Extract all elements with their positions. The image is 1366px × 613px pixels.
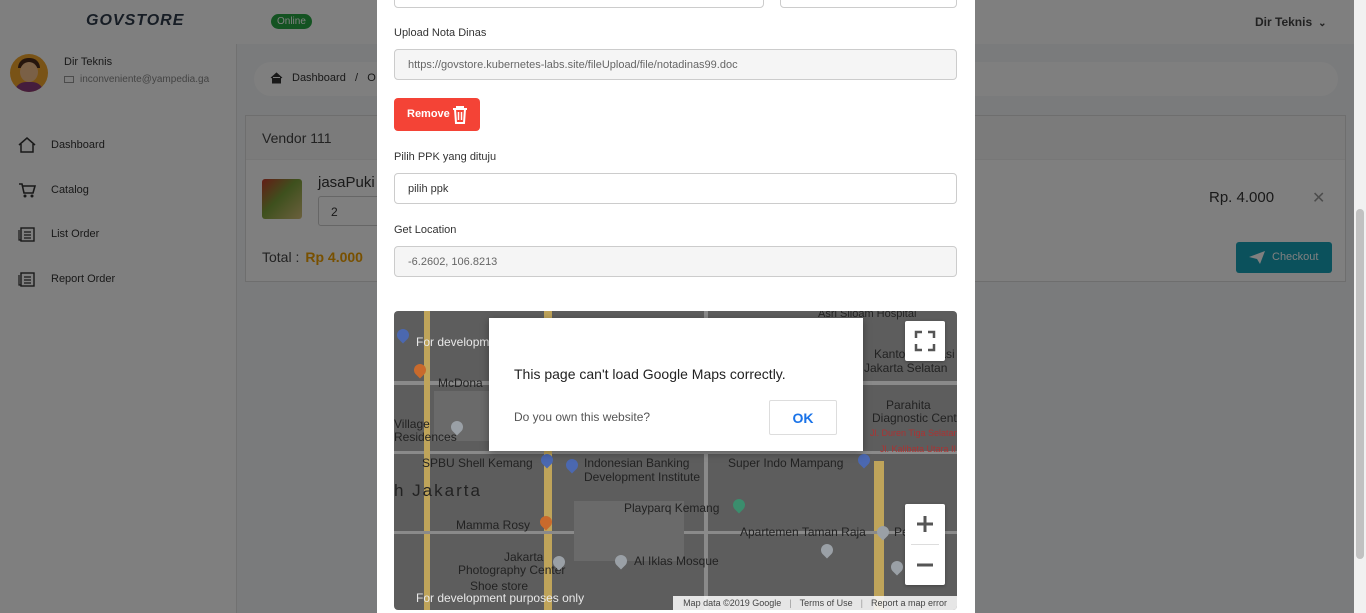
place-label: McDona <box>438 376 483 390</box>
remove-button[interactable]: Remove <box>394 98 480 131</box>
ok-button[interactable]: OK <box>769 400 837 435</box>
place-label: Parahita <box>886 398 931 412</box>
map-pin-icon[interactable] <box>563 456 581 474</box>
scrollbar-thumb[interactable] <box>1356 209 1364 559</box>
dialog-question: Do you own this website? <box>514 410 651 424</box>
dialog-message: This page can't load Google Maps correct… <box>514 366 786 382</box>
place-label: Playparq Kemang <box>624 501 720 515</box>
remove-label: Remove <box>407 108 450 120</box>
place-label: Al Iklas Mosque <box>634 554 719 568</box>
place-label: Indonesian Banking <box>584 456 690 470</box>
fullscreen-button[interactable] <box>905 321 945 361</box>
map-pin-icon[interactable] <box>855 451 873 469</box>
place-label: Jl. Kalibata Utara II <box>880 444 957 454</box>
upload-nota-field[interactable]: https://govstore.kubernetes-labs.site/fi… <box>394 49 957 80</box>
previous-field[interactable] <box>780 0 957 8</box>
dev-watermark: For development purposes only <box>416 591 585 605</box>
zoom-in-icon[interactable] <box>905 504 945 544</box>
place-label: Mamma Rosy <box>456 518 531 532</box>
map-pin-icon[interactable] <box>394 326 412 344</box>
place-label: Village <box>394 417 430 431</box>
location-label: Get Location <box>394 224 457 236</box>
map-pin-icon[interactable] <box>818 541 836 559</box>
upload-nota-label: Upload Nota Dinas <box>394 27 487 39</box>
report-map-error-link[interactable]: Report a map error <box>871 598 947 608</box>
previous-field[interactable] <box>394 0 764 8</box>
ppk-select[interactable]: pilih ppk <box>394 173 957 204</box>
place-label: Diagnostic Center <box>872 411 957 425</box>
place-label: Jl. Duren Tiga Selatan <box>870 428 957 438</box>
zoom-controls <box>905 504 945 585</box>
map-pin-icon[interactable] <box>888 558 906 576</box>
map-pin-icon[interactable] <box>538 451 556 469</box>
location-field[interactable]: -6.2602, 106.8213 <box>394 246 957 277</box>
fullscreen-icon <box>914 330 936 352</box>
place-label: Development Institute <box>584 470 701 484</box>
place-label: Jakarta <box>504 550 544 564</box>
map-data-credit: Map data ©2019 Google <box>683 598 782 608</box>
place-label: Apartemen Taman Raja <box>740 525 866 539</box>
zoom-out-icon[interactable] <box>905 545 945 585</box>
place-label: Photography Center <box>458 563 566 577</box>
place-label: Residences <box>394 430 457 444</box>
place-label: Jakarta Selatan <box>864 361 948 375</box>
map-attribution: Map data ©2019 Google | Terms of Use | Repor… <box>673 596 957 610</box>
map-pin-icon[interactable] <box>730 496 748 514</box>
place-label: Super Indo Mampang <box>728 456 844 470</box>
order-modal: Upload Nota Dinas https://govstore.kuber… <box>377 0 975 613</box>
maps-error-dialog: This page can't load Google Maps correct… <box>489 318 863 451</box>
trash-icon <box>453 106 467 124</box>
place-label: SPBU Shell Kemang <box>422 456 533 470</box>
place-label: h Jakarta <box>394 481 482 500</box>
ppk-label: Pilih PPK yang dituju <box>394 151 497 163</box>
terms-link[interactable]: Terms of Use <box>800 598 853 608</box>
